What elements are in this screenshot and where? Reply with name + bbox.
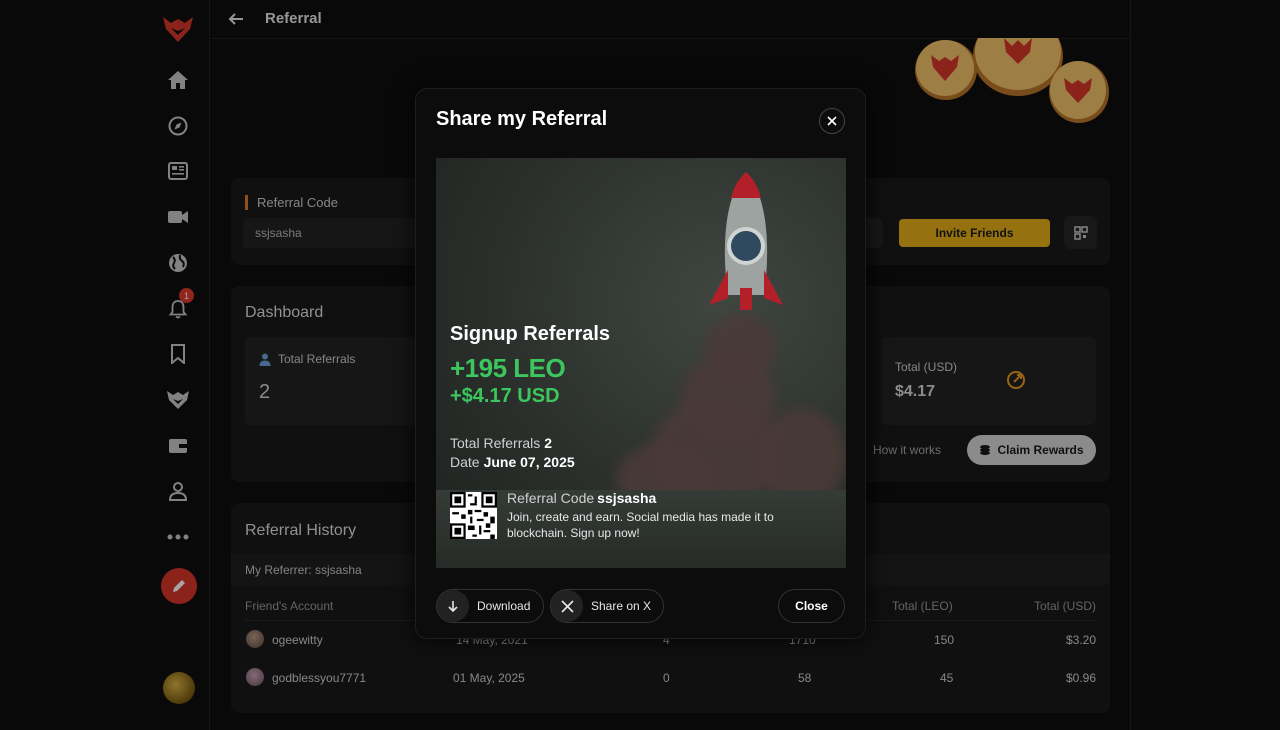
card-total-referrals-label: Total Referrals (450, 435, 541, 451)
referral-qr-code (450, 492, 497, 539)
card-code-label: Referral Code (507, 490, 595, 506)
share-on-x-label: Share on X (591, 599, 652, 613)
card-leo-amount: +195 LEO (450, 353, 566, 383)
x-logo-icon (551, 590, 583, 622)
modal-title: Share my Referral (436, 108, 608, 130)
close-icon (827, 116, 837, 126)
card-total-referrals: Total Referrals 2 (450, 435, 552, 451)
card-total-referrals-value: 2 (544, 435, 553, 451)
referral-share-card: Signup Referrals +195 LEO +$4.17 USD Tot… (436, 158, 846, 568)
download-button[interactable]: Download (436, 589, 544, 623)
card-date-value: June 07, 2025 (483, 454, 575, 470)
modal-close-button[interactable] (819, 108, 845, 134)
download-label: Download (477, 599, 531, 613)
app-root: 1 Referral Referral Code ssjsasha Invite… (0, 0, 1280, 730)
share-on-x-button[interactable]: Share on X (550, 589, 664, 623)
card-date: Date June 07, 2025 (450, 454, 575, 470)
card-heading: Signup Referrals (450, 323, 611, 345)
close-button[interactable]: Close (778, 589, 845, 623)
card-referral-code: Referral Code ssjsasha (507, 490, 656, 506)
card-date-label: Date (450, 454, 480, 470)
share-referral-modal: Share my Referral Signup Referrals +195 … (415, 88, 866, 639)
card-usd-amount: +$4.17 USD (450, 385, 560, 407)
card-code-value: ssjsasha (597, 490, 657, 506)
card-description: Join, create and earn. Social media has … (507, 510, 774, 540)
download-arrow-icon (437, 590, 469, 622)
rocket-icon (709, 172, 783, 310)
